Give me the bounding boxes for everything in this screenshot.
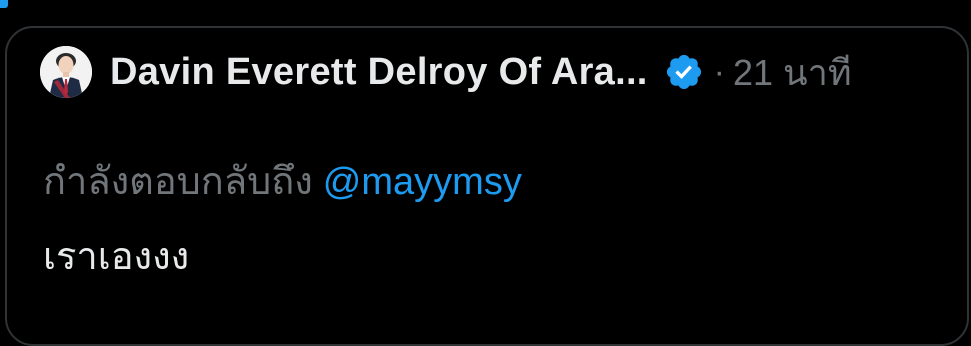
tweet-text: เราเองงง xyxy=(43,236,190,278)
tweet-header: Davin Everett Delroy Of Ara... · 21 นาที xyxy=(40,42,852,102)
reply-handle-link[interactable]: @mayymsy xyxy=(323,161,522,203)
verified-badge-icon xyxy=(666,54,701,90)
replying-to-line: กำลังตอบกลับถึง @mayymsy xyxy=(43,150,522,211)
replying-to-label: กำลังตอบกลับถึง xyxy=(43,161,313,203)
avatar[interactable] xyxy=(40,46,92,98)
avatar-image xyxy=(40,46,92,98)
author-display-name[interactable]: Davin Everett Delroy Of Ara... xyxy=(110,51,648,94)
thread-line-accent xyxy=(0,0,8,8)
tweet-timestamp[interactable]: 21 นาที xyxy=(733,44,852,101)
header-separator: · xyxy=(713,52,725,91)
